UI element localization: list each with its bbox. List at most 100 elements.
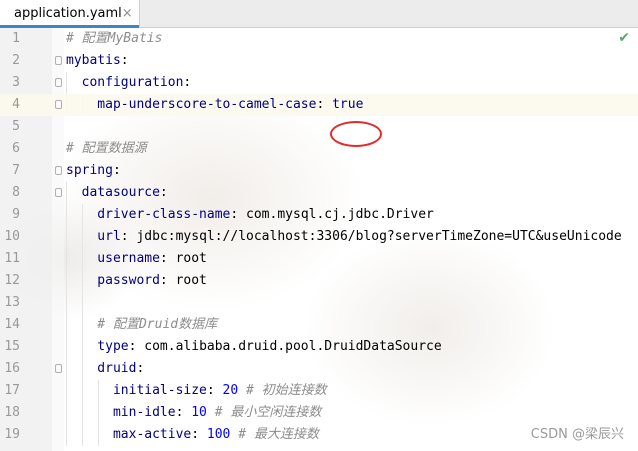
code-token-key: url — [66, 229, 121, 244]
code-token-key: max-active — [66, 427, 192, 442]
code-line-14[interactable]: 14 # 配置Druid数据库 — [0, 314, 638, 336]
code-token-comment: # 最大连接数 — [230, 427, 319, 442]
code-text: username: root — [66, 248, 207, 270]
code-token-val: : — [136, 361, 145, 376]
code-line-10[interactable]: 10 url: jdbc:mysql://localhost:3306/blog… — [0, 226, 638, 248]
code-line-2[interactable]: 2 mybatis: — [0, 50, 638, 72]
code-text: # 配置Druid数据库 — [66, 314, 217, 336]
code-token-key: mybatis — [66, 53, 121, 68]
code-token-val: : — [191, 427, 207, 442]
code-text: mybatis: — [66, 50, 129, 72]
tab-application-yaml[interactable]: application.yaml × — [0, 0, 140, 28]
code-line-7[interactable]: 7 spring: — [0, 160, 638, 182]
code-text: initial-size: 20 # 初始连接数 — [66, 380, 327, 402]
code-line-1[interactable]: 1 # 配置MyBatis — [0, 28, 638, 50]
line-number: 4 — [12, 97, 20, 112]
code-line-8[interactable]: 8 datasource: — [0, 182, 638, 204]
code-line-11[interactable]: 11 username: root — [0, 248, 638, 270]
line-number: 12 — [4, 273, 20, 288]
code-token-key: min-idle — [66, 405, 176, 420]
fold-marker-icon[interactable] — [55, 188, 62, 197]
fold-marker-icon[interactable] — [55, 56, 62, 65]
code-text: driver-class-name: com.mysql.cj.jdbc.Dri… — [66, 204, 434, 226]
code-line-15[interactable]: 15 type: com.alibaba.druid.pool.DruidDat… — [0, 336, 638, 358]
line-number: 5 — [12, 119, 20, 134]
code-line-12[interactable]: 12 password: root — [0, 270, 638, 292]
line-number: 14 — [4, 317, 20, 332]
code-token-bool: true — [332, 97, 364, 112]
code-token-val: : — [206, 383, 223, 398]
fold-marker-icon[interactable] — [55, 166, 62, 175]
close-icon[interactable]: × — [122, 6, 133, 21]
code-text: druid: — [66, 358, 144, 380]
line-number: 3 — [12, 75, 20, 90]
code-token-val: : — [159, 185, 168, 200]
code-text: datasource: — [66, 182, 168, 204]
code-token-val: : — [316, 97, 333, 112]
code-token-num: 100 — [206, 427, 231, 442]
code-text: # 配置MyBatis — [66, 28, 162, 50]
line-number: 7 — [12, 163, 20, 178]
highlight-circle — [330, 121, 382, 147]
code-token-val: : com.mysql.cj.jdbc.Driver — [230, 207, 434, 222]
code-token-val: : — [183, 75, 192, 90]
code-token-comment: # 初始连接数 — [238, 383, 327, 398]
line-number: 10 — [4, 229, 20, 244]
line-number: 13 — [4, 295, 20, 310]
code-line-13[interactable]: 13 — [0, 292, 638, 314]
check-icon[interactable]: ✔ — [618, 30, 630, 46]
line-number: 1 — [12, 31, 20, 46]
code-text: max-active: 100 # 最大连接数 — [66, 424, 319, 446]
code-token-key: password — [66, 273, 160, 288]
code-text: configuration: — [66, 72, 192, 94]
line-number: 19 — [4, 427, 20, 442]
code-token-val: : — [120, 53, 129, 68]
code-token-key: type — [66, 339, 129, 354]
code-token-num: 20 — [222, 383, 239, 398]
code-token-key: username — [66, 251, 160, 266]
code-token-num: 10 — [191, 405, 207, 420]
code-token-val: : root — [159, 273, 207, 288]
code-token-key: configuration — [66, 75, 184, 90]
code-line-9[interactable]: 9 driver-class-name: com.mysql.cj.jdbc.D… — [0, 204, 638, 226]
line-number: 18 — [4, 405, 20, 420]
code-text: min-idle: 10 # 最小空闲连接数 — [66, 402, 321, 424]
line-number: 8 — [12, 185, 20, 200]
line-number: 6 — [12, 141, 20, 156]
line-number: 15 — [4, 339, 20, 354]
code-token-key: map-underscore-to-camel-case — [66, 97, 317, 112]
fold-marker-icon[interactable] — [55, 100, 62, 109]
code-line-17[interactable]: 17 initial-size: 20 # 初始连接数 — [0, 380, 638, 402]
code-token-val: : — [175, 405, 192, 420]
tab-label: application.yaml — [14, 6, 122, 21]
code-line-4[interactable]: 4 map-underscore-to-camel-case: true — [0, 94, 638, 116]
fold-marker-icon[interactable] — [55, 78, 62, 87]
code-text: # 配置数据源 — [66, 138, 147, 160]
code-token-val: : com.alibaba.druid.pool.DruidDataSource — [128, 339, 442, 354]
code-line-18[interactable]: 18 min-idle: 10 # 最小空闲连接数 — [0, 402, 638, 424]
code-line-16[interactable]: 16 druid: — [0, 358, 638, 380]
code-token-comment: # 最小空闲连接数 — [206, 405, 322, 420]
code-text: spring: — [66, 160, 121, 182]
editor-tab-bar: application.yaml × — [0, 0, 638, 28]
code-line-6[interactable]: 6 # 配置数据源 — [0, 138, 638, 160]
code-token-key: druid — [66, 361, 137, 376]
code-text: url: jdbc:mysql://localhost:3306/blog?se… — [66, 226, 622, 248]
line-number: 17 — [4, 383, 20, 398]
code-line-3[interactable]: 3 configuration: — [0, 72, 638, 94]
line-number: 16 — [4, 361, 20, 376]
code-token-comment: # 配置MyBatis — [66, 31, 163, 46]
code-editor[interactable]: 1 # 配置MyBatis 2 mybatis: 3 configuration: 4 m… — [0, 28, 638, 451]
line-number: 2 — [12, 53, 20, 68]
code-token-key: spring — [66, 163, 113, 178]
code-line-5[interactable]: 5 — [0, 116, 638, 138]
code-text: type: com.alibaba.druid.pool.DruidDataSo… — [66, 336, 442, 358]
line-number: 9 — [12, 207, 20, 222]
code-text: password: root — [66, 270, 207, 292]
line-number: 11 — [4, 251, 20, 266]
watermark: CSDN @梁辰兴 — [530, 427, 624, 442]
fold-marker-icon[interactable] — [55, 364, 62, 373]
code-token-val: : — [112, 163, 121, 178]
code-token-val: : jdbc:mysql://localhost:3306/blog?serve… — [120, 229, 622, 244]
code-token-key: driver-class-name — [66, 207, 231, 222]
